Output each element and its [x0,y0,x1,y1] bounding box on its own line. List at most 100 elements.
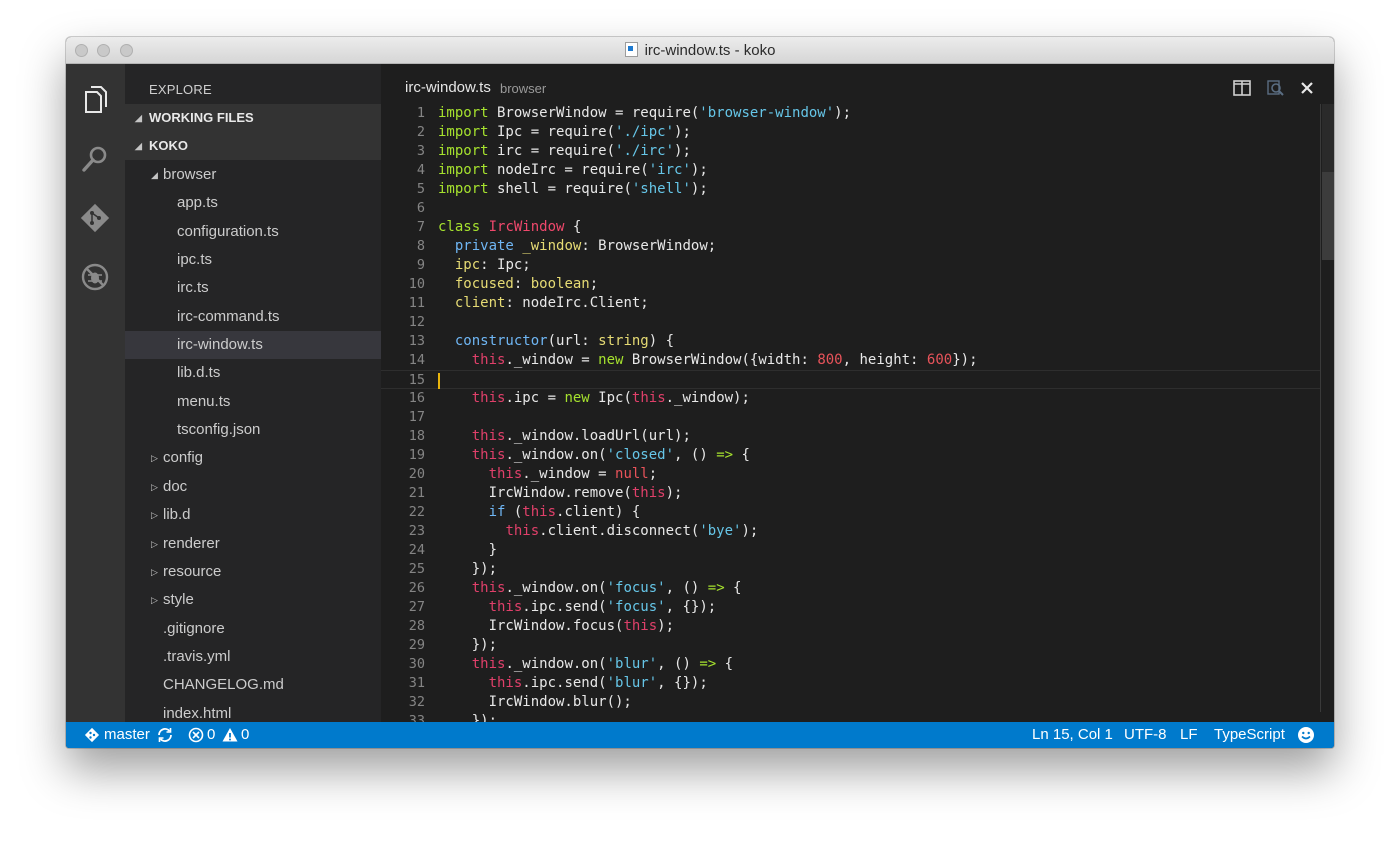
code-line[interactable]: 28 IrcWindow.focus(this); [381,617,1321,636]
split-editor-icon[interactable] [1232,78,1252,98]
tree-label: irc-command.ts [177,308,280,325]
open-changes-icon[interactable] [1265,78,1285,98]
close-editor-icon[interactable] [1297,78,1317,98]
code-line[interactable]: 27 this.ipc.send('focus', {}); [381,598,1321,617]
code-line[interactable]: 4 import nodeIrc = require('irc'); [381,161,1321,180]
tree-folder-renderer[interactable]: ▷ renderer [125,530,381,558]
text-cursor [438,373,440,389]
code-line[interactable]: 7 class IrcWindow { [381,218,1321,237]
tree-folder-style[interactable]: ▷ style [125,586,381,614]
tree-file-tsconfig-json[interactable]: tsconfig.json [125,416,381,444]
line-number: 18 [408,428,425,444]
code-line[interactable]: 20 this._window = null; [381,465,1321,484]
line-source: this.ipc.send('focus', {}); [488,599,717,615]
tree-file-index-html[interactable]: index.html [125,700,381,722]
tree-folder-browser[interactable]: ◢ browser [125,161,381,189]
line-number: 30 [408,656,425,672]
code-line[interactable]: 6 [381,199,1321,218]
line-source: client: nodeIrc.Client; [454,295,649,311]
sync-icon[interactable] [156,726,174,744]
code-line[interactable]: 5 import shell = require('shell'); [381,180,1321,199]
code-line[interactable]: 19 this._window.on('closed', () => { [381,446,1321,465]
scrollbar-thumb[interactable] [1322,172,1334,260]
code-line[interactable]: 8 private _window: BrowserWindow; [381,237,1321,256]
tree-label: lib.d.ts [177,364,221,381]
line-source: } [438,542,498,558]
feedback-smiley-icon[interactable] [1297,726,1315,744]
line-source: IrcWindow.blur(); [438,694,632,710]
line-number: 26 [408,580,425,596]
error-icon[interactable] [187,726,205,744]
section-label: KOKO [149,138,188,153]
line-source: }); [438,561,498,577]
tree-file-irc-command-ts[interactable]: irc-command.ts [125,303,381,331]
code-line[interactable]: 12 [381,313,1321,332]
code-line[interactable]: 14 this._window = new BrowserWindow({wid… [381,351,1321,370]
editor-scrollbar[interactable] [1320,104,1334,712]
code-line[interactable]: 23 this.client.disconnect('bye'); [381,522,1321,541]
code-line[interactable]: 21 IrcWindow.remove(this); [381,484,1321,503]
error-count[interactable]: 0 [207,726,215,744]
tree-file-ipc-ts[interactable]: ipc.ts [125,246,381,274]
cursor-position[interactable]: Ln 15, Col 1 [1032,726,1113,744]
collapsed-arrow-icon: ▷ [151,595,158,605]
tree-file-changelog-md[interactable]: CHANGELOG.md [125,671,381,699]
code-line[interactable]: 29 }); [381,636,1321,655]
code-line[interactable]: 2 import Ipc = require('./ipc'); [381,123,1321,142]
tree-file-irc-ts[interactable]: irc.ts [125,274,381,302]
code-line[interactable]: 17 [381,408,1321,427]
line-number: 16 [408,390,425,406]
code-line[interactable]: 16 this.ipc = new Ipc(this._window); [381,389,1321,408]
tree-file-app-ts[interactable]: app.ts [125,189,381,217]
explorer-icon[interactable] [79,83,111,115]
tree-folder-resource[interactable]: ▷ resource [125,558,381,586]
code-line[interactable]: 11 client: nodeIrc.Client; [381,294,1321,313]
section-koko[interactable]: ◢ KOKO [125,132,381,160]
language-mode[interactable]: TypeScript [1214,726,1285,744]
code-line[interactable]: 3 import irc = require('./irc'); [381,142,1321,161]
line-number: 13 [408,333,425,349]
code-line[interactable]: 24 } [381,541,1321,560]
title-bar: irc-window.ts - koko [66,37,1334,64]
warning-count[interactable]: 0 [241,726,249,744]
tree-label: menu.ts [177,393,231,410]
tree-label: configuration.ts [177,223,279,240]
search-icon[interactable] [79,143,111,175]
tree-file-configuration-ts[interactable]: configuration.ts [125,218,381,246]
debug-icon[interactable] [79,261,111,293]
line-ending[interactable]: LF [1180,726,1198,744]
line-number: 9 [416,257,425,273]
tree-folder-doc[interactable]: ▷ doc [125,473,381,501]
git-branch-label[interactable]: master [104,726,150,744]
tree-folder-config[interactable]: ▷ config [125,444,381,472]
line-source: if (this.client) { [488,504,641,520]
code-line[interactable]: 1 import BrowserWindow = require('browser… [381,104,1321,123]
warning-icon[interactable] [221,726,239,744]
line-number: 1 [416,105,425,121]
tree-file-travis-yml[interactable]: .travis.yml [125,643,381,671]
tree-file-menu-ts[interactable]: menu.ts [125,388,381,416]
code-line[interactable]: 26 this._window.on('focus', () => { [381,579,1321,598]
file-encoding[interactable]: UTF-8 [1124,726,1167,744]
code-line[interactable]: 31 this.ipc.send('blur', {}); [381,674,1321,693]
git-icon[interactable] [79,202,111,234]
line-number: 15 [408,372,425,388]
code-line[interactable]: 13 constructor(url: string) { [381,332,1321,351]
code-line[interactable]: 30 this._window.on('blur', () => { [381,655,1321,674]
tree-folder-lib-d[interactable]: ▷ lib.d [125,501,381,529]
code-line[interactable]: 15 [381,370,1321,389]
code-line[interactable]: 22 if (this.client) { [381,503,1321,522]
code-line[interactable]: 9 ipc: Ipc; [381,256,1321,275]
tree-file-irc-window-ts[interactable]: irc-window.ts [125,331,381,359]
code-line[interactable]: 10 focused: boolean; [381,275,1321,294]
tree-file-lib-d-ts[interactable]: lib.d.ts [125,359,381,387]
code-line[interactable]: 18 this._window.loadUrl(url); [381,427,1321,446]
section-working-files[interactable]: ◢ WORKING FILES [125,104,381,132]
code-line[interactable]: 32 IrcWindow.blur(); [381,693,1321,712]
tree-label: tsconfig.json [177,421,261,438]
code-line[interactable]: 33 }); [381,712,1321,722]
collapsed-arrow-icon: ▷ [151,567,158,577]
code-line[interactable]: 25 }); [381,560,1321,579]
editor-tab-filename[interactable]: irc-window.ts [405,79,491,96]
tree-file-gitignore[interactable]: .gitignore [125,615,381,643]
